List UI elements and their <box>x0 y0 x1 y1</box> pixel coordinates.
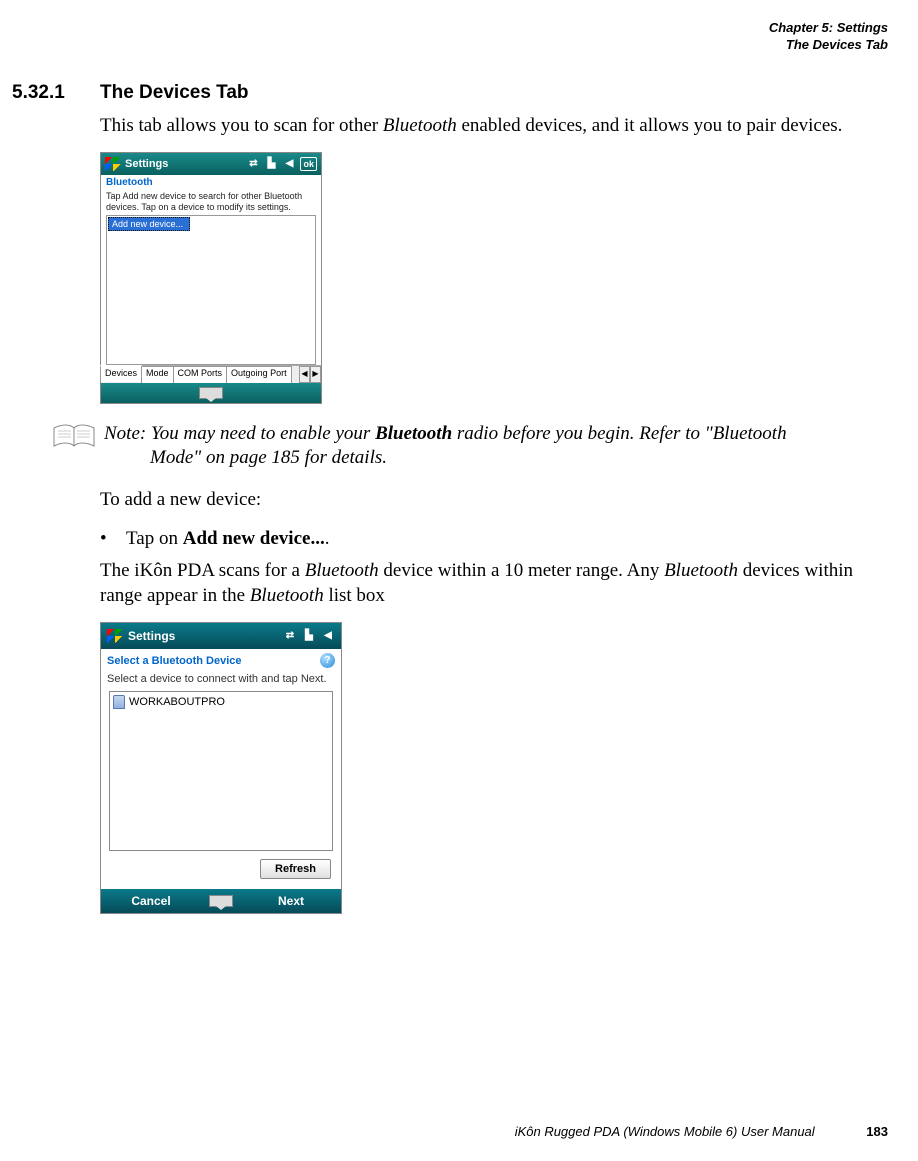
instruction-text: Select a device to connect with and tap … <box>101 672 341 691</box>
start-flag-icon[interactable] <box>105 157 121 171</box>
bullet-marker: • <box>100 526 126 553</box>
note-block: Note: You may need to enable your Blueto… <box>52 422 888 470</box>
window-title: Settings <box>125 158 168 170</box>
bottom-bar: Cancel Next <box>101 889 341 913</box>
running-header: Chapter 5: Settings The Devices Tab <box>12 20 888 54</box>
tab-devices[interactable]: Devices <box>100 365 142 382</box>
tabs-row: Devices Mode COM Ports Outgoing Port ◀▶ <box>101 365 321 383</box>
header-chapter: Chapter 5: Settings <box>12 20 888 37</box>
tab-outgoing-port[interactable]: Outgoing Port <box>226 366 292 383</box>
panel-title: Select a Bluetooth Device <box>107 655 242 667</box>
scan-paragraph: The iKôn PDA scans for a Bluetooth devic… <box>100 559 888 608</box>
tab-com-ports[interactable]: COM Ports <box>173 366 228 383</box>
page-footer: iKôn Rugged PDA (Windows Mobile 6) User … <box>515 1124 888 1139</box>
book-icon <box>52 422 96 456</box>
scroll-left-icon[interactable]: ◀ <box>299 366 310 383</box>
header-section: The Devices Tab <box>12 37 888 54</box>
refresh-button[interactable]: Refresh <box>260 859 331 879</box>
page-number: 183 <box>866 1124 888 1139</box>
ok-button[interactable]: ok <box>300 157 317 171</box>
cancel-button[interactable]: Cancel <box>101 894 201 908</box>
add-new-device-item[interactable]: Add new device... <box>108 217 190 231</box>
scroll-right-icon[interactable]: ▶ <box>310 366 321 383</box>
panel-title: Bluetooth <box>101 175 321 190</box>
titlebar: Settings ⇄ ▙ ◀ <box>101 623 341 649</box>
titlebar: Settings ⇄ ▙ ◀ ok <box>101 153 321 175</box>
screenshot-select-device: Settings ⇄ ▙ ◀ Select a Bluetooth Device… <box>100 622 342 914</box>
device-listbox[interactable]: Add new device... <box>106 215 316 365</box>
instruction-text: Tap Add new device to search for other B… <box>101 190 321 215</box>
help-icon[interactable]: ? <box>320 653 335 668</box>
keyboard-icon[interactable] <box>199 387 223 399</box>
bullet-item: •Tap on Add new device.... <box>100 526 888 553</box>
volume-icon[interactable]: ◀ <box>282 157 296 171</box>
tab-mode[interactable]: Mode <box>141 366 174 383</box>
screenshot-bluetooth-devices: Settings ⇄ ▙ ◀ ok Bluetooth Tap Add new … <box>100 152 322 404</box>
keyboard-icon[interactable] <box>209 895 233 907</box>
device-label: WORKABOUTPRO <box>129 696 225 708</box>
add-device-intro: To add a new device: <box>100 488 888 513</box>
panel-title-row: Select a Bluetooth Device ? <box>101 649 341 672</box>
intro-paragraph: This tab allows you to scan for other Bl… <box>100 114 888 139</box>
bottom-bar <box>101 383 321 403</box>
note-text: Note: You may need to enable your Blueto… <box>104 422 888 470</box>
device-listbox[interactable]: WORKABOUTPRO <box>109 691 333 851</box>
section-heading: 5.32.1 The Devices Tab <box>12 82 888 104</box>
connectivity-icon[interactable]: ⇄ <box>283 629 297 643</box>
section-title: The Devices Tab <box>100 82 249 104</box>
tab-scroll[interactable]: ◀▶ <box>299 366 321 383</box>
section-number: 5.32.1 <box>12 82 100 104</box>
connectivity-icon[interactable]: ⇄ <box>246 157 260 171</box>
signal-icon[interactable]: ▙ <box>264 157 278 171</box>
signal-icon[interactable]: ▙ <box>302 629 316 643</box>
device-item[interactable]: WORKABOUTPRO <box>113 695 329 709</box>
window-title: Settings <box>128 629 175 643</box>
volume-icon[interactable]: ◀ <box>321 629 335 643</box>
device-icon <box>113 695 125 709</box>
footer-text: iKôn Rugged PDA (Windows Mobile 6) User … <box>515 1124 815 1139</box>
next-button[interactable]: Next <box>241 894 341 908</box>
start-flag-icon[interactable] <box>107 629 123 643</box>
